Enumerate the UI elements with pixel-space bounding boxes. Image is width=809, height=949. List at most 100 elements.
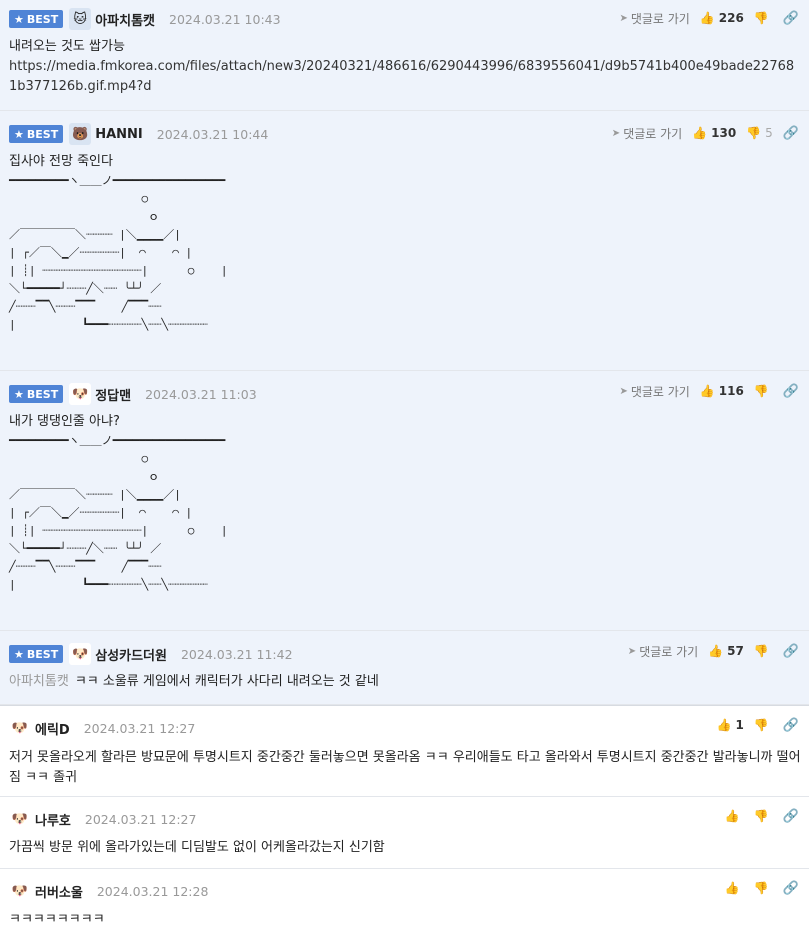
comment-body: 아파치톰캣 ㅋㅋ 소울류 게임에서 캐릭터가 사다리 내려오는 것 같네 (9, 672, 379, 692)
thumbs-up-icon: 👍 (692, 126, 708, 140)
thumbs-up-icon: 👍 (724, 881, 740, 895)
dislike-button[interactable]: 👎 (754, 718, 773, 732)
comment-header: 🐶 나루호 2024.03.21 12:27 (9, 808, 196, 830)
dislike-button[interactable]: 👎 (754, 809, 773, 823)
comment-header: ★ BEST 🐱 아파치톰캣 2024.03.21 10:43 (9, 8, 281, 30)
comment-header: 🐶 러버소울 2024.03.21 12:28 (9, 880, 208, 902)
best-badge: ★ BEST (9, 385, 64, 403)
comment-best: ★ BEST 🐱 아파치톰캣 2024.03.21 10:43 ➤ 댓글로 가기 👍… (0, 0, 809, 111)
dislike-button[interactable]: 👎 (754, 11, 773, 25)
author-nick[interactable]: 삼성카드더원 (95, 645, 167, 664)
comment-text: 내가 댕댕인줄 아냐? (9, 414, 120, 429)
thumbs-down-icon: 👎 (753, 384, 769, 398)
goto-reply-link[interactable]: ➤ 댓글로 가기 (619, 383, 689, 400)
link-icon[interactable]: 🔗 (783, 11, 799, 26)
goto-reply-link[interactable]: ➤ 댓글로 가기 (628, 643, 698, 660)
dislike-button[interactable]: 👎 (754, 644, 773, 658)
like-button[interactable]: 👍 (725, 881, 744, 895)
thumbs-down-icon: 👎 (753, 809, 769, 823)
comment-date: 2024.03.21 11:42 (180, 646, 293, 662)
star-icon: ★ (14, 127, 24, 141)
link-icon[interactable]: 🔗 (783, 809, 799, 824)
comment-best: ★ BEST 🐶 정답맨 2024.03.21 11:03 ➤ 댓글로 가기 👍 11… (0, 371, 809, 631)
goto-reply-link[interactable]: ➤ 댓글로 가기 (619, 10, 689, 27)
comment-body: 가끔씩 방문 위에 올라가있는데 디딤발도 없이 어케올라갔는지 신기함 (9, 838, 385, 858)
comment-date: 2024.03.21 12:27 (83, 720, 196, 736)
comment-tools: 👍 1 👎 🔗 (717, 715, 799, 735)
link-icon[interactable]: 🔗 (783, 644, 799, 659)
comment-tools: 👍 👎 🔗 (725, 806, 799, 826)
comment-body: 내려오는 것도 쌉가능 https://media.fmkorea.com/fi… (9, 37, 799, 97)
comment-body: 집사야 전망 죽인다 ━━━━━━━━━ヽ＿＿ノ━━━━━━━━━━━━━━━━… (9, 152, 228, 334)
ascii-art: ━━━━━━━━━ヽ＿＿ノ━━━━━━━━━━━━━━━━━ ○ ｏ ／￣￣￣￣… (9, 174, 228, 331)
like-button[interactable]: 👍 130 (692, 126, 736, 140)
comment-best: ★ BEST 🐶 삼성카드더원 2024.03.21 11:42 ➤ 댓글로 가기 … (0, 631, 809, 705)
avatar[interactable]: 🐱 (69, 8, 92, 30)
like-button[interactable]: 👍 116 (700, 384, 744, 398)
comment-header: ★ BEST 🐶 정답맨 2024.03.21 11:03 (9, 383, 257, 405)
comment-text: 가끔씩 방문 위에 올라가있는데 디딤발도 없이 어케올라갔는지 신기함 (9, 840, 385, 855)
arrow-icon: ➤ (611, 127, 621, 139)
arrow-icon: ➤ (627, 645, 637, 657)
comment-tools: ➤ 댓글로 가기 👍 130 👎 5 🔗 (612, 123, 799, 143)
avatar[interactable]: 🐻 (69, 123, 92, 145)
avatar[interactable]: 🐶 (69, 383, 92, 405)
thumbs-up-icon: 👍 (708, 644, 724, 658)
comment-tools: ➤ 댓글로 가기 👍 57 👎 🔗 (628, 641, 799, 661)
thumbs-up-icon: 👍 (699, 11, 715, 25)
dislike-button[interactable]: 👎 (754, 384, 773, 398)
comment-tools: ➤ 댓글로 가기 👍 226 👎 🔗 (619, 8, 799, 28)
comment-header: ★ BEST 🐶 삼성카드더원 2024.03.21 11:42 (9, 643, 293, 665)
link-icon[interactable]: 🔗 (783, 881, 799, 896)
thumbs-up-icon: 👍 (724, 809, 740, 823)
thumbs-up-icon: 👍 (716, 718, 732, 732)
star-icon: ★ (14, 12, 24, 26)
comment-tools: ➤ 댓글로 가기 👍 116 👎 🔗 (619, 381, 799, 401)
comment: 🐶 나루호 2024.03.21 12:27 👍 👎 🔗 가끔씩 방문 위에 올… (0, 797, 809, 869)
arrow-icon: ➤ (619, 385, 628, 397)
avatar[interactable]: 🐶 (69, 643, 92, 665)
author-nick[interactable]: HANNI (95, 127, 143, 142)
comment-text: 저거 못올라오게 할라믄 방묘문에 투명시트지 중간중간 둘러놓으면 못올라옴 … (9, 750, 801, 785)
thumbs-down-icon: 👎 (753, 718, 769, 732)
dislike-button[interactable]: 👎 5 (746, 126, 773, 140)
arrow-icon: ➤ (619, 12, 628, 24)
avatar[interactable]: 🐶 (9, 717, 31, 739)
like-button[interactable]: 👍 (725, 809, 744, 823)
comment-body: 저거 못올라오게 할라믄 방묘문에 투명시트지 중간중간 둘러놓으면 못올라옴 … (9, 748, 801, 788)
comment-best: ★ BEST 🐻 HANNI 2024.03.21 10:44 ➤ 댓글로 가기 👍… (0, 111, 809, 371)
like-button[interactable]: 👍 1 (717, 718, 744, 732)
comment-text: ㅋㅋㅋㅋㅋㅋㅋㅋ (9, 912, 105, 927)
author-nick[interactable]: 에릭D (35, 719, 70, 738)
like-button[interactable]: 👍 57 (708, 644, 744, 658)
best-badge: ★ BEST (9, 645, 64, 663)
comment-text: 집사야 전망 죽인다 (9, 154, 113, 169)
author-nick[interactable]: 나루호 (35, 810, 71, 829)
thumbs-down-icon: 👎 (753, 644, 769, 658)
author-nick[interactable]: 정답맨 (95, 385, 131, 404)
link-icon[interactable]: 🔗 (783, 126, 799, 141)
comment-date: 2024.03.21 12:27 (84, 811, 197, 827)
best-badge: ★ BEST (9, 125, 64, 143)
dislike-button[interactable]: 👎 (754, 881, 773, 895)
comment-date: 2024.03.21 11:03 (145, 386, 257, 402)
comment-header: 🐶 에릭D 2024.03.21 12:27 (9, 717, 195, 739)
comment-tools: 👍 👎 🔗 (725, 878, 799, 898)
author-nick[interactable]: 아파치톰캣 (95, 10, 155, 29)
goto-reply-link[interactable]: ➤ 댓글로 가기 (612, 125, 682, 142)
like-button[interactable]: 👍 226 (700, 11, 744, 25)
avatar[interactable]: 🐶 (9, 880, 31, 902)
comment-date: 2024.03.21 12:28 (96, 883, 209, 899)
comment-date: 2024.03.21 10:44 (156, 126, 269, 142)
comment-url[interactable]: https://media.fmkorea.com/files/attach/n… (9, 57, 799, 97)
star-icon: ★ (14, 647, 24, 661)
link-icon[interactable]: 🔗 (783, 718, 799, 733)
link-icon[interactable]: 🔗 (783, 384, 799, 399)
mention-nick[interactable]: 아파치톰캣 (9, 674, 69, 689)
author-nick[interactable]: 러버소울 (35, 882, 83, 901)
comment-text: ㅋㅋ 소울류 게임에서 캐릭터가 사다리 내려오는 것 같네 (74, 674, 379, 689)
thumbs-down-icon: 👎 (746, 126, 762, 140)
avatar[interactable]: 🐶 (9, 808, 31, 830)
ascii-art: ━━━━━━━━━ヽ＿＿ノ━━━━━━━━━━━━━━━━━ ○ ｏ ／￣￣￣￣… (9, 434, 228, 591)
star-icon: ★ (14, 387, 24, 401)
